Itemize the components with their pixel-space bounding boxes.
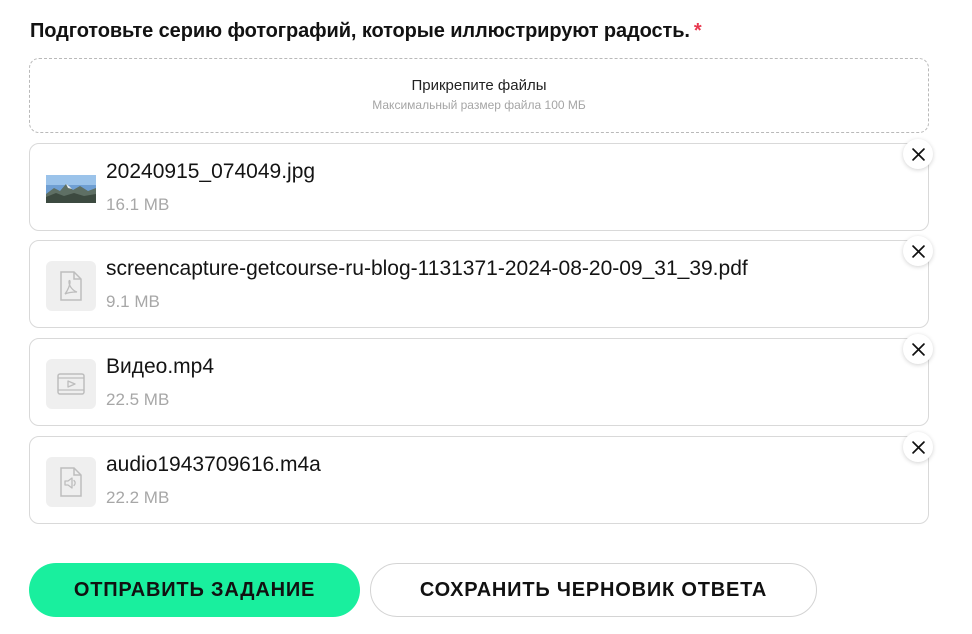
file-name: 20240915_074049.jpg (106, 160, 316, 183)
remove-file-button[interactable] (903, 139, 933, 169)
file-size: 9.1 MB (106, 292, 160, 311)
video-icon (46, 359, 96, 409)
required-asterisk: * (693, 20, 702, 42)
image-thumbnail (46, 164, 96, 214)
close-icon (911, 147, 925, 161)
file-item-video: Видео.mp4 22.5 MB (29, 338, 929, 426)
file-item-image: 20240915_074049.jpg 16.1 MB (29, 143, 929, 231)
close-icon (911, 244, 925, 258)
remove-file-button[interactable] (903, 334, 933, 364)
file-name: audio1943709616.m4a (106, 453, 321, 476)
file-dropzone[interactable]: Прикрепите файлы Максимальный размер фай… (29, 58, 929, 133)
question-title: Подготовьте серию фотографий, которые ил… (30, 20, 702, 43)
file-size: 22.5 MB (106, 390, 170, 409)
remove-file-button[interactable] (903, 236, 933, 266)
question-text: Подготовьте серию фотографий, которые ил… (30, 20, 690, 42)
file-item-audio: audio1943709616.m4a 22.2 MB (29, 436, 929, 524)
file-name: screencapture-getcourse-ru-blog-1131371-… (106, 257, 748, 280)
dropzone-size-limit: Максимальный размер файла 100 МБ (372, 98, 586, 112)
file-size: 22.2 MB (106, 488, 170, 507)
file-item-pdf: screencapture-getcourse-ru-blog-1131371-… (29, 240, 929, 328)
audio-icon (46, 457, 96, 507)
close-icon (911, 342, 925, 356)
file-name: Видео.mp4 (106, 355, 215, 378)
dropzone-title: Прикрепите файлы (411, 77, 547, 94)
save-draft-button[interactable]: СОХРАНИТЬ ЧЕРНОВИК ОТВЕТА (370, 563, 817, 617)
submit-task-button[interactable]: ОТПРАВИТЬ ЗАДАНИЕ (29, 563, 360, 617)
file-size: 16.1 MB (106, 195, 170, 214)
pdf-icon (46, 261, 96, 311)
close-icon (911, 440, 925, 454)
remove-file-button[interactable] (903, 432, 933, 462)
